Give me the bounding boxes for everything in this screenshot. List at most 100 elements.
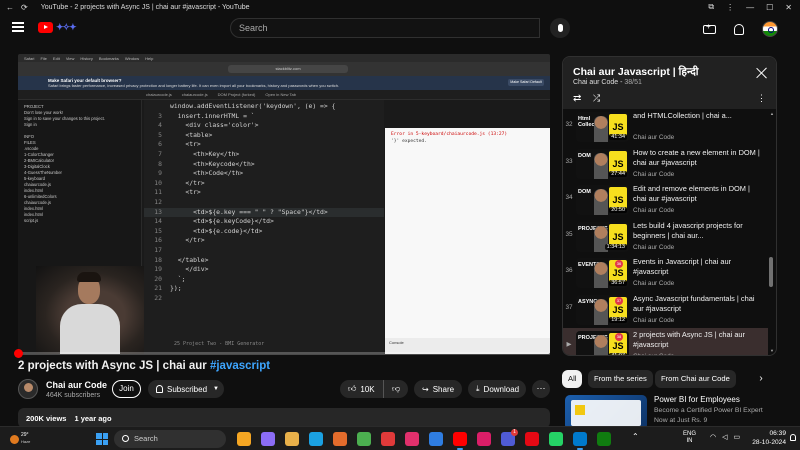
video-title-hashtag[interactable]: #javascript [210,360,270,372]
tray-overflow-icon[interactable]: ⌃ [632,432,639,441]
playlist-item-title[interactable]: 2 projects with Async JS | chai aur #jav… [633,330,763,350]
teams-app-icon[interactable]: 1 [501,429,518,446]
back-icon[interactable]: ← [6,3,14,12]
youtube-app-icon[interactable] [453,432,467,450]
store-app-icon[interactable] [357,432,371,446]
chevron-down-icon: ▼ [213,386,219,392]
xbox-app-icon[interactable] [597,432,611,446]
chevron-right-icon[interactable]: › [752,370,770,388]
scroll-up-icon[interactable]: ▲ [770,111,774,116]
scroll-down-icon[interactable]: ▼ [770,348,774,353]
notification-center-icon[interactable] [790,434,796,441]
share-button[interactable]: ↪ Share [414,380,462,398]
thumbnail-face [594,189,608,215]
view-count: 200K views [26,414,67,423]
dislike-button[interactable]: 👎︎ [384,384,408,394]
minimize-button[interactable]: — [746,3,754,12]
chip-from-channel[interactable]: From Chai aur Code [655,370,736,388]
recommended-title[interactable]: Power BI for Employees [654,395,740,404]
recommended-thumbnail[interactable] [565,395,647,430]
maximize-button[interactable]: ☐ [766,3,773,12]
playlist-item-title[interactable]: Lets build 4 javascript projects for beg… [633,221,763,241]
whatsapp-app-icon[interactable] [549,432,563,446]
video-progress-bar[interactable] [14,349,550,358]
close-button[interactable]: ✕ [785,3,792,12]
playlist-item-thumbnail[interactable]: Html Collection JS 41:34 [576,112,629,142]
weather-widget[interactable]: 29° Haze [8,431,30,447]
search-input[interactable]: Search [230,18,540,38]
playlist-item[interactable]: 36 EVENTS JS 36 36:57 Events in Javascript | … [563,255,768,291]
chrome-app-icon[interactable] [381,432,395,446]
youtube-play-icon [38,22,53,33]
wifi-icon[interactable]: ◠ [710,434,722,441]
account-avatar[interactable] [762,21,778,37]
copilot-app-icon[interactable] [261,432,275,446]
playlist-title[interactable]: Chai aur Javascript | हिन्दी [573,65,699,79]
battery-icon[interactable]: ▭ [734,434,747,441]
editor-tab: chaiaurcode.js [146,92,172,97]
video-player[interactable]: Safari File Edit View History Bookmarks Window… [18,54,550,354]
playlist-item[interactable]: 34 DOM JS 20:50 Edit and remove elements in … [563,182,768,218]
playlist-item-title[interactable]: How to create a new element in DOM | cha… [633,148,763,168]
playlist-item-thumbnail[interactable]: PROJECTS JS 1:34:13 [576,221,629,252]
instagram-app-icon[interactable] [405,432,419,446]
reload-icon[interactable]: ⟳ [21,3,28,12]
playlist-more-icon[interactable]: ⋮ [757,93,766,104]
playlist-item-thumbnail[interactable]: EVENTS JS 36 36:57 [576,258,629,288]
playlist-channel[interactable]: Chai aur Code [573,79,618,86]
playlist-item[interactable]: 33 DOM JS 27:44 How to create a new element … [563,146,768,182]
playlist-item[interactable]: 35 PROJECTS JS 1:34:13 Lets build 4 javascri… [563,219,768,255]
channel-name[interactable]: Chai aur Code [46,380,107,390]
youtube-logo[interactable]: ✦✧✦ [38,22,77,33]
language-indicator[interactable]: ENG IN [683,431,696,445]
taskbar-search[interactable]: Search [114,430,226,448]
channel-avatar[interactable] [18,379,38,399]
netflix-app-icon[interactable] [525,432,539,446]
edge-app-icon[interactable] [309,432,323,446]
playlist-item-thumbnail[interactable]: PROJECTS JS 38 41:07 [576,331,629,355]
notifications-bell-icon[interactable] [734,23,744,35]
playlist-item-title[interactable]: Events in Javascript | chai aur #javascr… [633,257,763,277]
tray-icons[interactable]: ◠◁▭ [710,433,746,441]
volume-icon[interactable]: ◁ [722,434,733,441]
code-text: insert.innerHTML = ` [170,111,255,120]
windows-start-icon[interactable] [96,433,108,445]
download-button[interactable]: ⤓ Download [468,380,526,398]
subscribed-button[interactable]: Subscribed ▼ [148,380,224,398]
more-actions-button[interactable]: ⋯ [532,380,550,398]
playlist-scrollbar[interactable] [769,257,773,287]
playlist-item[interactable]: 37 ASYNC JS 37 19:12 Async Javascript fundame… [563,292,768,328]
clock[interactable]: 06:39 28-10-2024 [752,430,786,447]
loop-icon[interactable]: ⇄ [573,93,581,104]
menu-icon[interactable] [12,22,24,32]
firefox-app-icon[interactable] [333,432,347,446]
like-button[interactable]: 👍︎ 10K [340,380,384,398]
shuffle-icon[interactable]: ⤮ [593,93,600,104]
playlist-item[interactable]: 32 Html Collection JS 41:34 and HTMLCollecti… [563,109,768,145]
playlist-item-title[interactable]: Edit and remove elements in DOM | chai a… [633,184,763,204]
playlist-item-title[interactable]: Async Javascript fundamentals | chai aur… [633,294,763,314]
chip-all[interactable]: All [562,370,583,388]
playlist-item-thumbnail[interactable]: DOM JS 20:50 [576,185,629,215]
voice-search-button[interactable] [550,18,570,38]
like-count: 10K [360,384,375,394]
close-icon[interactable] [756,67,768,79]
description-box[interactable]: 200K views 1 year ago [18,408,550,428]
youtube-music-app-icon[interactable] [477,432,491,446]
explorer-app-icon[interactable] [285,432,299,446]
code-line: 9 <th>Code</th> [144,169,384,179]
js-logo-icon: JS [609,223,627,246]
extensions-icon[interactable]: ⧉ [708,2,714,12]
playlist-item[interactable]: ▶ PROJECTS JS 38 41:07 2 projects with Async … [563,328,768,355]
files-app-icon[interactable] [237,432,251,446]
create-icon[interactable] [703,22,716,34]
vscode-app-icon[interactable] [573,432,587,450]
playlist-item-title[interactable]: and HTMLCollection | chai a... [633,111,763,121]
app-icon[interactable] [429,432,443,446]
more-icon[interactable]: ⋮ [726,3,734,12]
join-button[interactable]: Join [112,380,141,398]
video-scrubber-handle[interactable] [14,349,23,358]
playlist-item-thumbnail[interactable]: DOM JS 27:44 [576,148,629,179]
playlist-item-thumbnail[interactable]: ASYNC JS 37 19:12 [576,294,629,325]
chip-from-series[interactable]: From the series [588,370,653,388]
